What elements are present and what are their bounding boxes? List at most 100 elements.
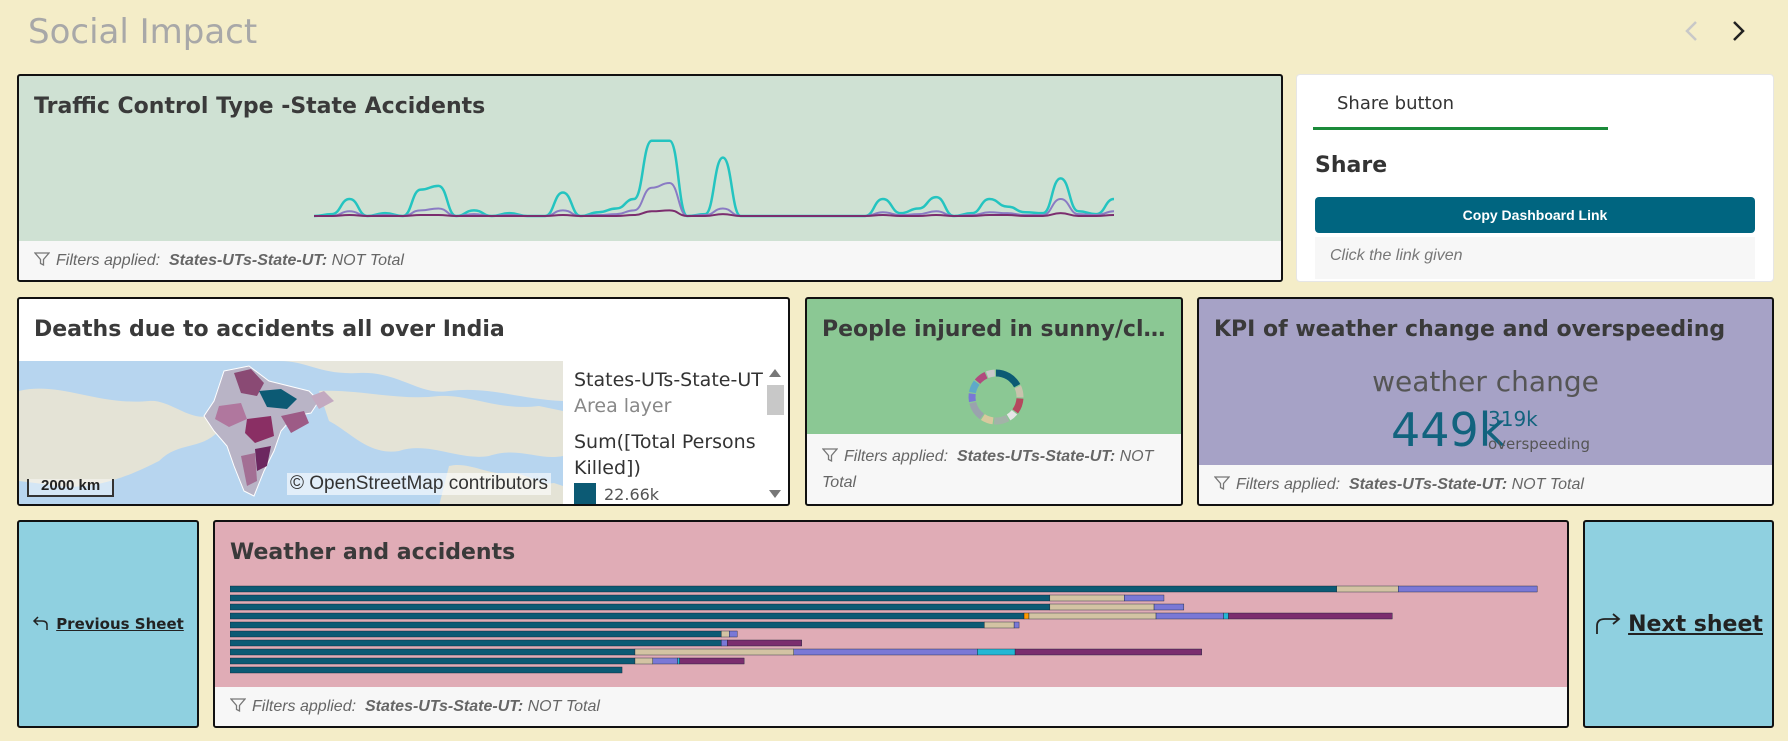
filter-value: NOT Total — [1511, 476, 1584, 493]
bar-segment[interactable] — [230, 621, 985, 629]
donut-slice-3[interactable] — [1012, 398, 1024, 414]
bar-segment[interactable] — [1124, 594, 1165, 602]
filters-applied-bar: Filters applied: States-UTs-State-UT: NO… — [215, 687, 1567, 726]
filters-applied-bar: Filters applied: States-UTs-State-UT: NO… — [807, 434, 1181, 504]
bar-segment[interactable] — [1028, 612, 1157, 620]
bar-segment[interactable] — [230, 594, 1051, 602]
share-heading: Share — [1315, 153, 1388, 178]
bar-segment[interactable] — [1014, 648, 1202, 656]
bar-segment[interactable] — [984, 621, 1015, 629]
previous-sheet-button[interactable]: Previous Sheet — [17, 520, 199, 728]
bar-segment[interactable] — [230, 657, 636, 665]
donut-slice-5[interactable] — [993, 414, 1010, 425]
donut-slice-6[interactable] — [980, 414, 994, 425]
legend-field: States-UTs-State-UT — [574, 369, 763, 391]
legend-swatch-row: 22.66k — [574, 483, 763, 504]
bar-segment[interactable] — [679, 657, 745, 665]
bar-segment[interactable] — [230, 612, 1025, 620]
filter-field: States-UTs-State-UT: — [168, 252, 328, 269]
filters-applied-bar: Filters applied: States-UTs-State-UT: NO… — [1199, 465, 1772, 504]
donut-slice-2[interactable] — [1014, 385, 1024, 398]
filter-field: States-UTs-State-UT: — [956, 448, 1116, 465]
bar-segment[interactable] — [1155, 612, 1224, 620]
kpi-secondary-value: 319k — [1488, 407, 1538, 431]
bar-segment[interactable] — [230, 648, 636, 656]
bar-segment[interactable] — [1398, 585, 1538, 593]
legend-swatch — [574, 483, 596, 504]
bar-segment[interactable] — [721, 630, 730, 638]
bar-segment[interactable] — [1223, 612, 1229, 620]
scroll-thumb[interactable] — [767, 385, 784, 415]
card-title: Weather and accidents — [230, 540, 516, 565]
bar-segment[interactable] — [1228, 612, 1393, 620]
line-series-1[interactable] — [314, 139, 1115, 218]
weather-bar-chart[interactable] — [230, 584, 1560, 684]
donut-slice-1[interactable] — [995, 369, 1021, 388]
weather-accidents-card[interactable]: Weather and accidents Filters applied: S… — [213, 520, 1569, 728]
map-scale-bar: 2000 km — [27, 478, 115, 497]
filter-icon — [1214, 476, 1230, 491]
donut-slice-4[interactable] — [1006, 409, 1018, 421]
bar-segment[interactable] — [1153, 603, 1185, 611]
previous-sheet-arrow-icon[interactable] — [1676, 14, 1708, 48]
bar-segment[interactable] — [677, 657, 680, 665]
people-injured-card[interactable]: People injured in sunny/clear … Filters … — [805, 297, 1183, 506]
next-sheet-button[interactable]: Next sheet — [1583, 520, 1774, 728]
bar-segment[interactable] — [793, 648, 978, 656]
tab-share-button[interactable]: Share button — [1337, 93, 1454, 114]
bar-segment[interactable] — [230, 666, 623, 674]
previous-sheet-label[interactable]: Previous Sheet — [56, 615, 184, 633]
filter-value: NOT Total — [331, 252, 404, 269]
card-title: Deaths due to accidents all over India — [34, 317, 505, 342]
bar-segment[interactable] — [1049, 594, 1125, 602]
india-map[interactable]: 2000 km © OpenStreetMap contributors — [19, 361, 563, 504]
copy-dashboard-link-button[interactable]: Copy Dashboard Link — [1315, 197, 1755, 233]
donut-slice-9[interactable] — [968, 380, 980, 394]
bar-segment[interactable] — [727, 639, 802, 647]
deaths-map-card[interactable]: Deaths due to accidents all over India 2… — [17, 297, 790, 506]
bar-segment[interactable] — [1013, 621, 1020, 629]
filters-applied-bar: Filters applied: States-UTs-State-UT: NO… — [19, 241, 1281, 280]
return-arrow-icon — [33, 616, 48, 630]
bar-segment[interactable] — [230, 603, 1051, 611]
kpi-label: weather change — [1372, 365, 1599, 398]
next-sheet-arrow-icon[interactable] — [1722, 14, 1754, 48]
filter-prefix: Filters applied: — [56, 252, 161, 269]
legend-scrollbar[interactable] — [763, 361, 788, 504]
bar-segment[interactable] — [230, 639, 722, 647]
scroll-up-arrow-icon[interactable] — [769, 369, 781, 377]
forward-arrow-icon — [1596, 613, 1621, 634]
filter-prefix: Filters applied: — [1236, 476, 1341, 493]
filter-prefix: Filters applied: — [844, 448, 949, 465]
injured-donut-chart[interactable] — [965, 366, 1027, 428]
filter-icon — [230, 698, 246, 713]
next-sheet-label[interactable]: Next sheet — [1628, 612, 1763, 637]
donut-slice-10[interactable] — [974, 371, 988, 385]
bar-segment[interactable] — [230, 630, 722, 638]
share-panel: Share button Share Copy Dashboard Link C… — [1296, 74, 1774, 282]
bar-segment[interactable] — [230, 585, 1337, 593]
bar-segment[interactable] — [721, 639, 728, 647]
filter-value: NOT Total — [527, 698, 600, 715]
map-attribution[interactable]: © OpenStreetMap contributors — [287, 473, 551, 495]
card-title: KPI of weather change and overspeeding — [1214, 317, 1726, 342]
filter-icon — [822, 448, 838, 463]
bar-segment[interactable] — [1023, 612, 1030, 620]
bar-segment[interactable] — [977, 648, 1016, 656]
filter-field: States-UTs-State-UT: — [1348, 476, 1508, 493]
card-title: People injured in sunny/clear … — [822, 317, 1167, 342]
donut-slice-7[interactable] — [969, 401, 985, 420]
scroll-down-arrow-icon[interactable] — [769, 490, 781, 498]
kpi-card[interactable]: KPI of weather change and overspeeding w… — [1197, 297, 1774, 506]
sheet-title: Social Impact — [28, 12, 258, 52]
bar-segment[interactable] — [634, 648, 794, 656]
bar-segment[interactable] — [1336, 585, 1399, 593]
bar-segment[interactable] — [1049, 603, 1155, 611]
kpi-secondary-label: overspeeding — [1488, 435, 1590, 453]
bar-segment[interactable] — [652, 657, 678, 665]
bar-segment[interactable] — [634, 657, 654, 665]
donut-slice-11[interactable] — [985, 369, 996, 378]
bar-segment[interactable] — [729, 630, 738, 638]
traffic-control-chart-card[interactable]: Traffic Control Type -State Accidents Fi… — [17, 74, 1283, 282]
legend-value: 22.66k — [604, 484, 660, 504]
